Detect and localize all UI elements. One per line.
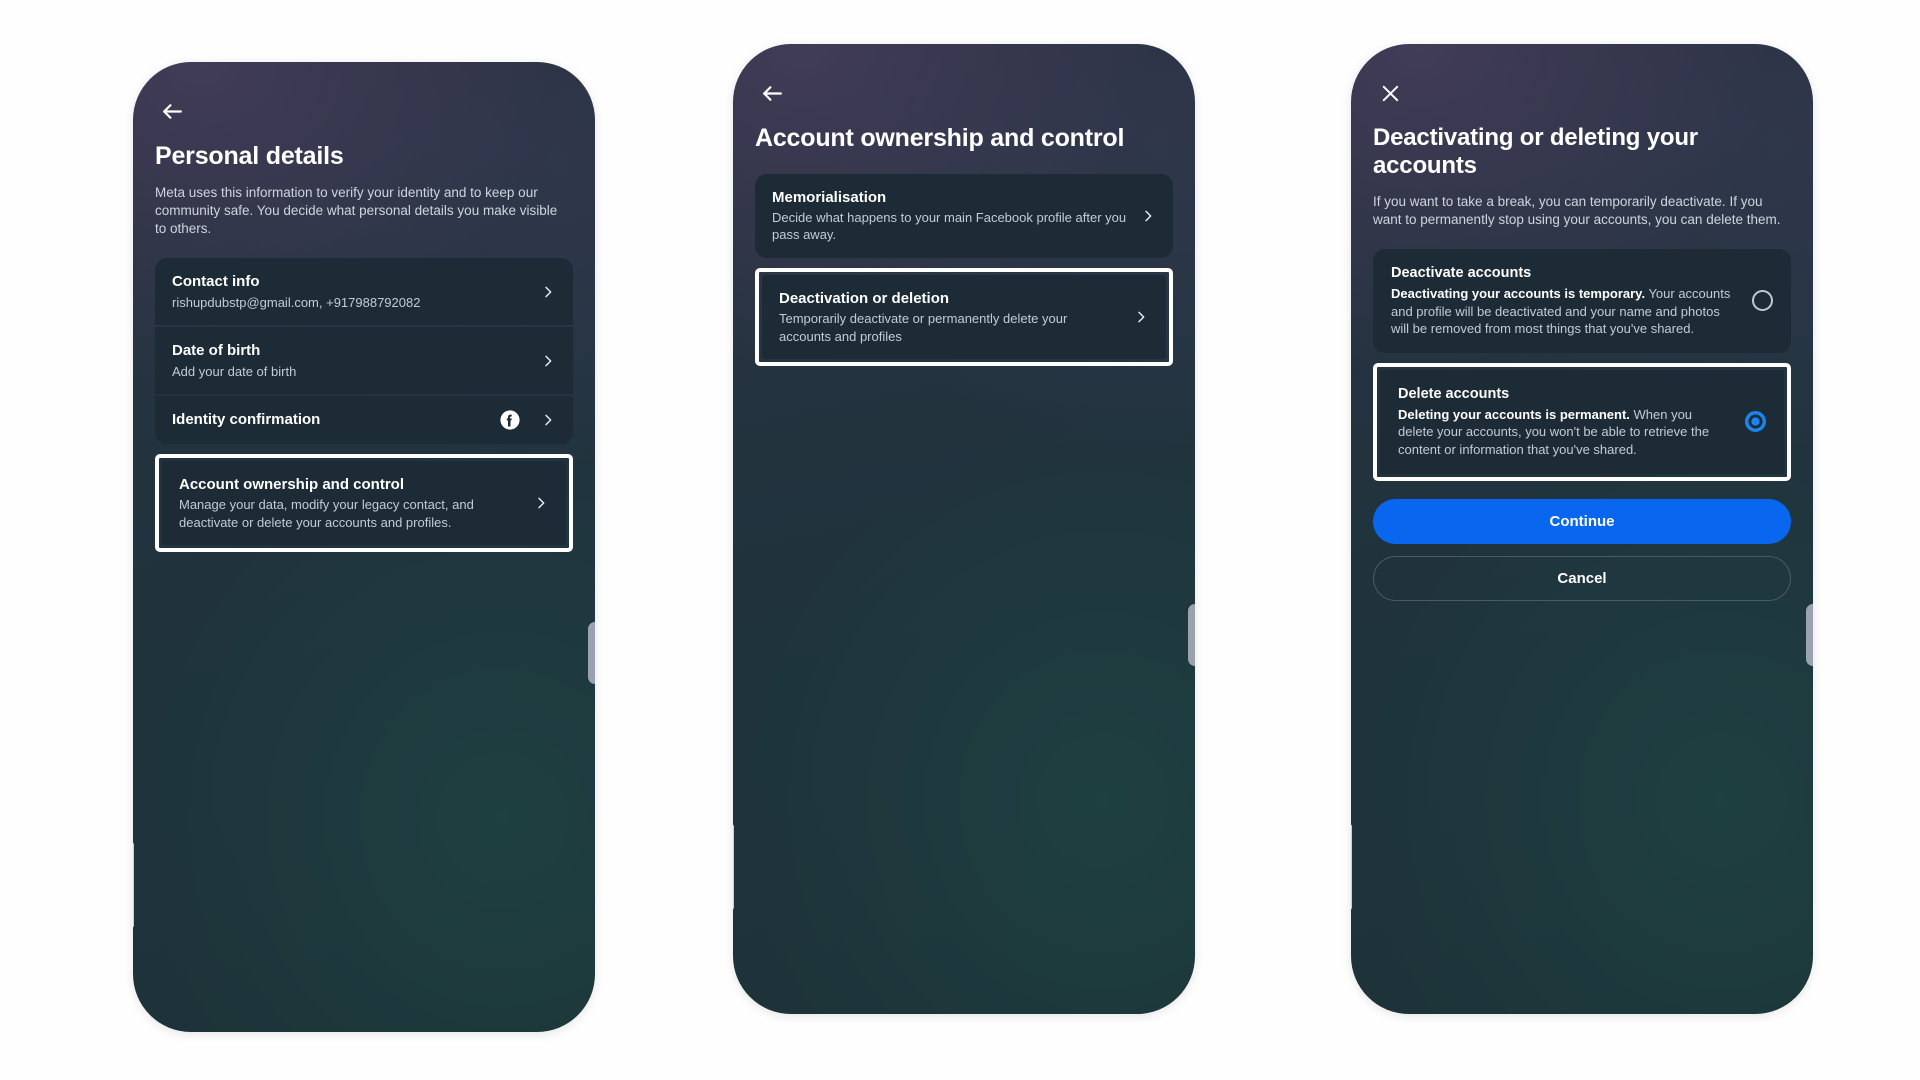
list-item-subtitle: Temporarily deactivate or permanently de… [779,311,1068,344]
option-text: Deactivate accounts Deactivating your ac… [1391,264,1738,338]
list-item-account-ownership-and-control[interactable]: Account ownership and control Manage you… [162,460,566,546]
phone-mockup-deactivate-delete: Deactivating or deleting your accounts I… [1351,44,1813,1014]
list-item-title: Deactivation or deletion [779,289,950,307]
page-title: Deactivating or deleting your accounts [1373,124,1698,180]
settings-card-group: Contact info rishupdubstp@gmail.com, +91… [155,258,573,444]
screenshot-stage: Personal details Meta uses this informat… [0,0,1920,1080]
cancel-button[interactable]: Cancel [1373,555,1791,601]
screen-account-ownership-and-control: Account ownership and control Memorialis… [733,44,1195,1014]
settings-card-group: Memorialisation Decide what happens to y… [755,173,1173,258]
option-description: Deleting your accounts is permanent. Whe… [1398,406,1731,459]
list-item-subtitle: Add your date of birth [172,363,297,379]
option-deactivate-accounts[interactable]: Deactivate accounts Deactivating your ac… [1373,249,1791,353]
facebook-icon [500,410,520,430]
page-title: Account ownership and control [755,124,1125,152]
option-title: Deactivate accounts [1391,265,1532,282]
list-item-deactivation-or-deletion[interactable]: Deactivation or deletion Temporarily dea… [762,274,1166,360]
highlight-box-delete-accounts: Delete accounts Deleting your accounts i… [1373,362,1791,481]
radio-delete-accounts[interactable] [1745,411,1766,433]
highlight-box-deactivation-or-deletion: Deactivation or deletion Temporarily dea… [755,267,1173,367]
list-item-title: Memorialisation [772,188,887,206]
back-arrow-icon[interactable] [755,76,789,110]
chevron-right-icon [1140,208,1156,224]
close-icon[interactable] [1373,76,1407,110]
list-item-title: Contact info [172,273,260,291]
chevron-right-icon [540,353,556,369]
screen-personal-details: Personal details Meta uses this informat… [133,62,595,1032]
list-item-text: Deactivation or deletion Temporarily dea… [779,289,1121,345]
phone-mockup-personal-details: Personal details Meta uses this informat… [133,62,595,1032]
list-item-subtitle: rishupdubstp@gmail.com, +917988792082 [172,294,421,310]
option-delete-accounts[interactable]: Delete accounts Deleting your accounts i… [1380,369,1784,474]
option-lead: Deactivating your accounts is temporary. [1391,285,1646,301]
chevron-right-icon [540,284,556,300]
option-title: Delete accounts [1398,385,1510,402]
page-description: If you want to take a break, you can tem… [1373,193,1781,227]
page-description: Meta uses this information to verify you… [155,184,558,236]
list-item-title: Identity confirmation [172,411,321,429]
phone-mockup-account-ownership: Account ownership and control Memorialis… [733,44,1195,1014]
list-item-title: Date of birth [172,342,261,360]
back-arrow-icon[interactable] [155,94,189,128]
option-description: Deactivating your accounts is temporary.… [1391,285,1738,338]
list-item-identity-confirmation[interactable]: Identity confirmation [155,395,573,444]
list-item-subtitle: Decide what happens to your main Faceboo… [772,210,1127,243]
continue-button[interactable]: Continue [1373,498,1791,544]
chevron-right-icon [533,495,549,511]
list-item-date-of-birth[interactable]: Date of birth Add your date of birth [155,327,573,394]
list-item-text: Account ownership and control Manage you… [179,475,521,531]
list-item-contact-info[interactable]: Contact info rishupdubstp@gmail.com, +91… [155,258,573,326]
list-item-text: Contact info rishupdubstp@gmail.com, +91… [172,272,528,311]
chevron-right-icon [540,412,556,428]
screen-deactivating-or-deleting: Deactivating or deleting your accounts I… [1351,44,1813,1014]
page-title: Personal details [155,142,344,170]
list-item-subtitle: Manage your data, modify your legacy con… [179,497,474,530]
list-item-text: Memorialisation Decide what happens to y… [772,188,1128,244]
highlight-box-account-ownership: Account ownership and control Manage you… [155,453,573,553]
list-item-title: Account ownership and control [179,475,405,493]
list-item-memorialisation[interactable]: Memorialisation Decide what happens to y… [755,173,1173,258]
option-text: Delete accounts Deleting your accounts i… [1398,385,1731,459]
list-item-text: Date of birth Add your date of birth [172,341,528,380]
option-lead: Deleting your accounts is permanent. [1398,406,1630,422]
list-item-text: Identity confirmation [172,410,490,430]
radio-deactivate-accounts[interactable] [1752,290,1773,312]
account-action-options: Deactivate accounts Deactivating your ac… [1373,249,1791,353]
chevron-right-icon [1133,309,1149,325]
